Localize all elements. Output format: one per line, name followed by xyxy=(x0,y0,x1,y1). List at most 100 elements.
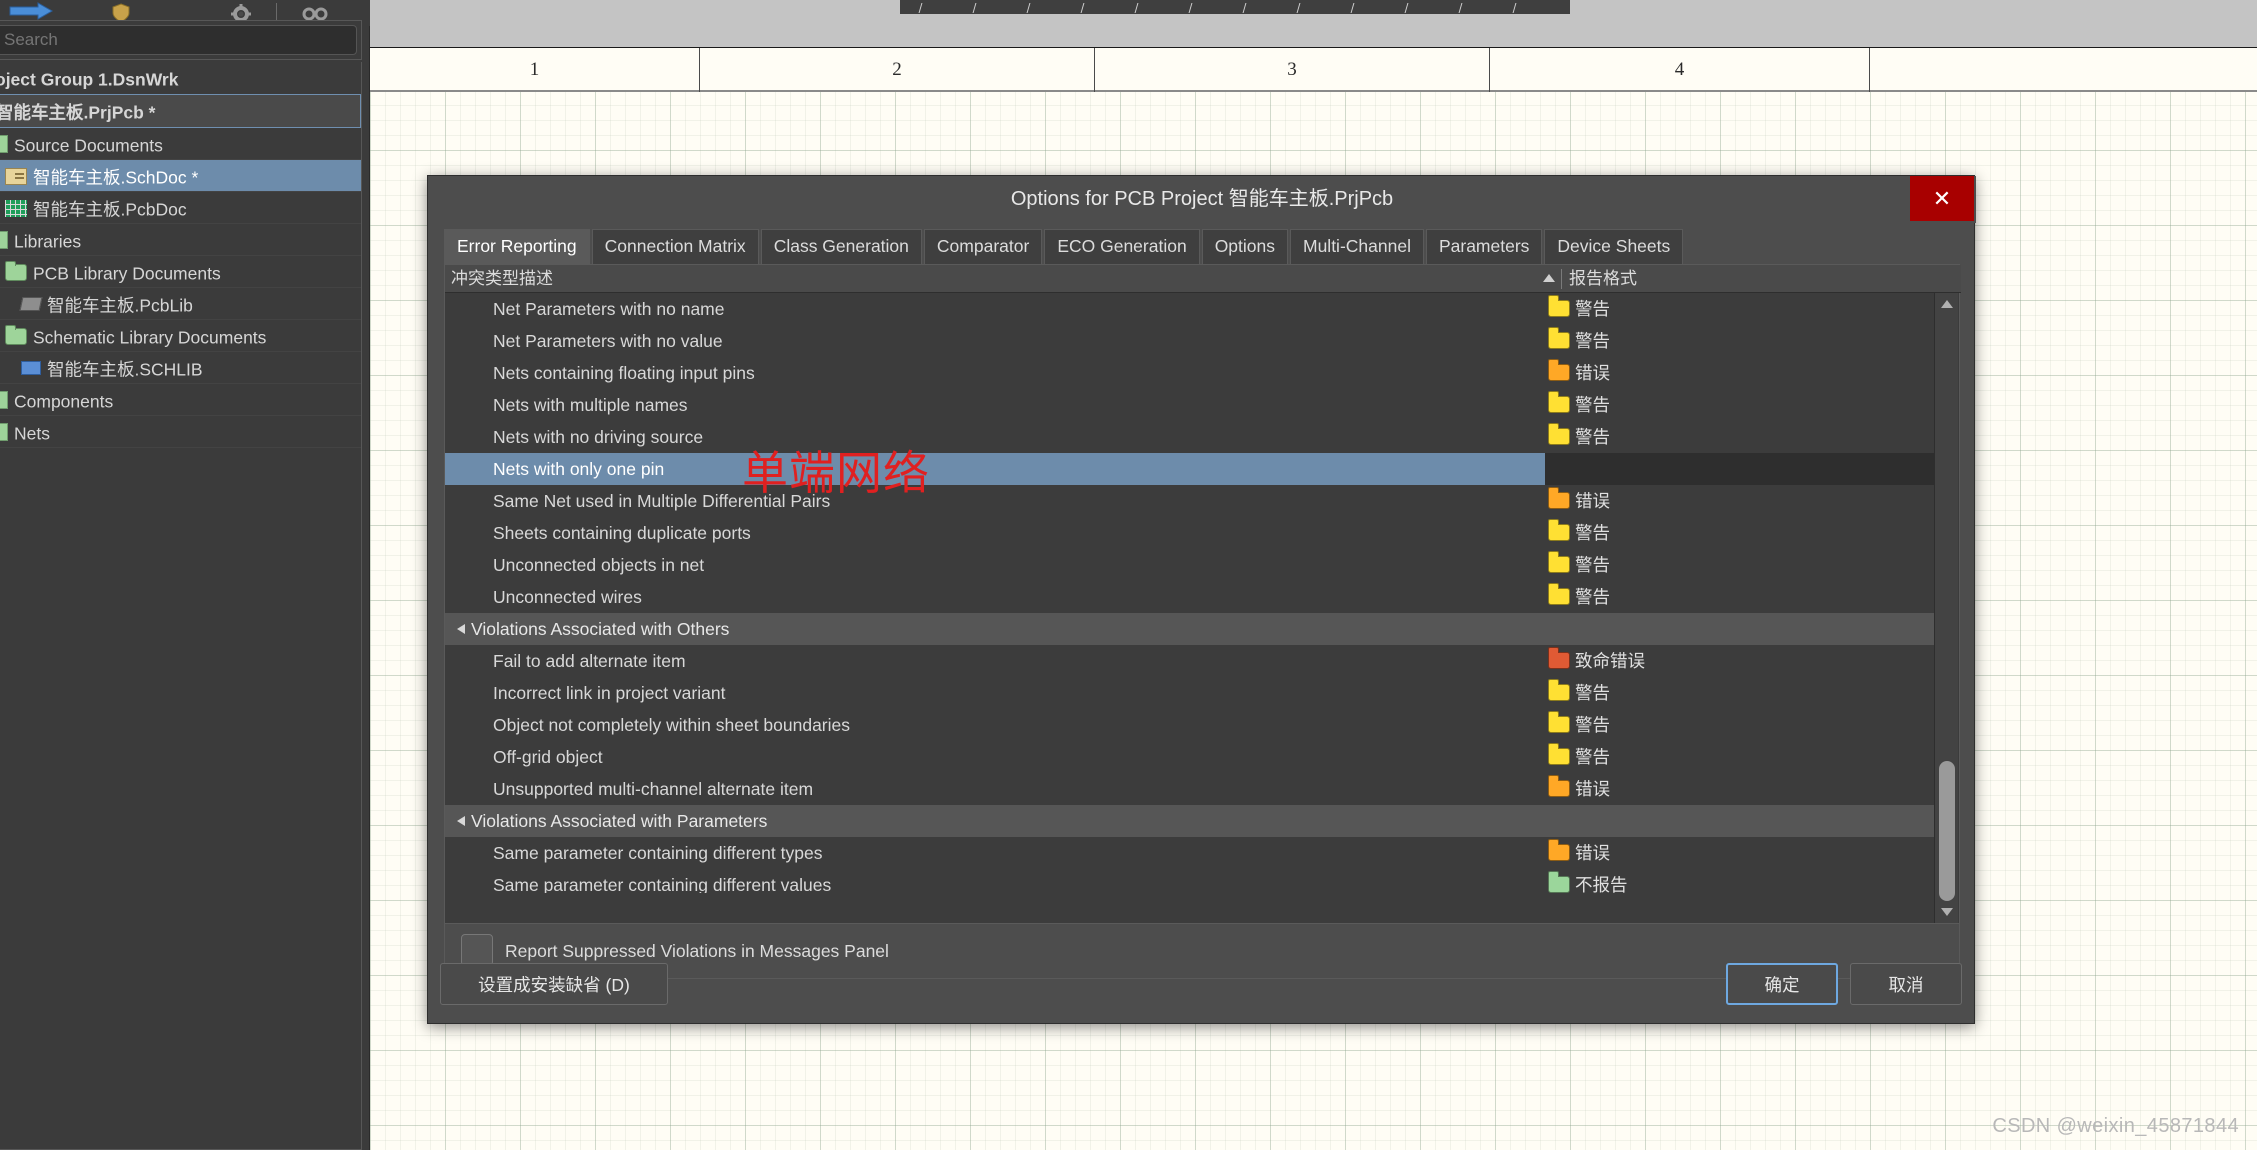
violation-row[interactable]: Unconnected wires 警告 xyxy=(445,581,1935,613)
violation-description: Unconnected objects in net xyxy=(493,555,705,575)
tree-item[interactable]: 智能车主板.PcbLib xyxy=(0,288,361,320)
dialog-title: Options for PCB Project 智能车主板.PrjPcb xyxy=(428,176,1976,223)
tree-item[interactable]: PCB Library Documents xyxy=(0,256,361,288)
tab-comparator[interactable]: Comparator xyxy=(923,229,1043,264)
search-container xyxy=(0,20,362,60)
report-format-cell[interactable] xyxy=(1545,293,1935,325)
violation-row[interactable]: Same parameter containing different type… xyxy=(445,837,1935,869)
tab-connection-matrix[interactable]: Connection Matrix xyxy=(591,229,759,264)
violation-description: Net Parameters with no value xyxy=(493,331,723,351)
tree-item[interactable]: 智能车主板.PcbDoc xyxy=(0,192,361,224)
ruler-tick xyxy=(1512,3,1517,13)
report-format-cell[interactable] xyxy=(1545,517,1935,549)
scrollbar-thumb[interactable] xyxy=(1939,761,1955,901)
tree-item[interactable]: 智能车主板.SchDoc * xyxy=(0,160,361,192)
violation-row[interactable]: Same Net used in Multiple Differential P… xyxy=(445,485,1935,517)
violation-row[interactable]: Same parameter containing different valu… xyxy=(445,869,1935,893)
report-format-cell[interactable] xyxy=(1545,645,1935,677)
violation-row[interactable]: Off-grid object 警告 xyxy=(445,741,1935,773)
tab-eco-generation[interactable]: ECO Generation xyxy=(1044,229,1200,264)
violation-row[interactable]: Nets containing floating input pins 错误 xyxy=(445,357,1935,389)
column-header-report-format[interactable]: 报告格式 xyxy=(1569,265,1637,293)
violation-row[interactable]: Nets with multiple names 警告 xyxy=(445,389,1935,421)
violation-description: Nets with no driving source xyxy=(493,427,704,447)
report-format-cell[interactable] xyxy=(1545,421,1935,453)
violation-row[interactable]: Unconnected objects in net 警告 xyxy=(445,549,1935,581)
dialog-tabbar: Error Reporting Connection Matrix Class Ge… xyxy=(444,229,1960,264)
leafgreen-icon xyxy=(0,391,8,410)
report-format-cell[interactable] xyxy=(1545,869,1935,893)
tab-device-sheets[interactable]: Device Sheets xyxy=(1544,229,1684,264)
tab-error-reporting[interactable]: Error Reporting xyxy=(444,229,590,264)
report-format-cell[interactable] xyxy=(1545,741,1935,773)
violation-row[interactable]: Nets with only one pin致命错误 xyxy=(445,453,1935,485)
violation-group-row[interactable]: Violations Associated with Others xyxy=(445,613,1935,645)
report-format-cell[interactable] xyxy=(1545,389,1935,421)
tree-item[interactable]: Nets xyxy=(0,416,361,448)
scroll-up-icon[interactable] xyxy=(1935,293,1959,315)
schlib-icon xyxy=(21,361,41,376)
report-format-cell[interactable] xyxy=(1545,485,1935,517)
folder-icon xyxy=(5,260,27,281)
violation-group-row[interactable]: Violations Associated with Parameters xyxy=(445,805,1935,837)
set-default-button[interactable]: 设置成安装缺省 (D) xyxy=(440,963,668,1005)
violation-row[interactable]: Unsupported multi-channel alternate item… xyxy=(445,773,1935,805)
report-format-cell[interactable] xyxy=(1545,613,1935,645)
report-format-cell[interactable] xyxy=(1545,325,1935,357)
tree-item[interactable]: Libraries xyxy=(0,224,361,256)
tree-item[interactable]: Schematic Library Documents xyxy=(0,320,361,352)
report-format-cell[interactable] xyxy=(1545,453,1935,485)
ruler-tick xyxy=(1242,3,1247,13)
tree-item[interactable]: Source Documents xyxy=(0,128,361,160)
violation-row[interactable]: Object not completely within sheet bound… xyxy=(445,709,1935,741)
pcblib-icon xyxy=(19,297,43,312)
report-format-cell[interactable] xyxy=(1545,805,1935,837)
tab-options[interactable]: Options xyxy=(1201,229,1288,264)
violation-row[interactable]: Nets with no driving source 警告 xyxy=(445,421,1935,453)
tree-item-label: 智能车主板.PrjPcb * xyxy=(0,102,156,123)
search-input[interactable] xyxy=(0,25,357,55)
tree-item[interactable]: Components xyxy=(0,384,361,416)
tab-class-generation[interactable]: Class Generation xyxy=(760,229,922,264)
report-format-cell[interactable] xyxy=(1545,709,1935,741)
tree-item[interactable]: 智能车主板.SCHLIB xyxy=(0,352,361,384)
folder-icon xyxy=(5,324,27,345)
column-header-description[interactable]: 冲突类型描述 xyxy=(451,265,553,293)
ruler-tick xyxy=(1458,3,1463,13)
cancel-button[interactable]: 取消 xyxy=(1850,963,1962,1005)
report-format-cell[interactable] xyxy=(1545,549,1935,581)
sort-asc-icon[interactable] xyxy=(1543,274,1555,282)
violation-row[interactable]: Sheets containing duplicate ports 警告 xyxy=(445,517,1935,549)
tree-item-label: Schematic Library Documents xyxy=(33,327,267,348)
scroll-down-icon[interactable] xyxy=(1935,901,1959,923)
tree-item-label: Components xyxy=(14,391,114,412)
report-format-cell[interactable] xyxy=(1545,837,1935,869)
report-format-cell[interactable] xyxy=(1545,677,1935,709)
tab-multi-channel[interactable]: Multi-Channel xyxy=(1290,229,1424,264)
tab-parameters[interactable]: Parameters xyxy=(1425,229,1543,264)
ruler-tick xyxy=(1296,3,1301,13)
violation-description: Nets containing floating input pins xyxy=(493,363,755,383)
list-scrollbar[interactable] xyxy=(1934,293,1958,923)
close-icon[interactable]: ✕ xyxy=(1910,176,1974,221)
violation-row[interactable]: Fail to add alternate item 致命错误 xyxy=(445,645,1935,677)
report-format-cell[interactable] xyxy=(1545,357,1935,389)
violation-row[interactable]: Incorrect link in project variant 警告 xyxy=(445,677,1935,709)
tree-item[interactable]: oject Group 1.DsnWrk xyxy=(0,62,361,94)
collapse-arrow-icon[interactable] xyxy=(457,816,465,826)
collapse-arrow-icon[interactable] xyxy=(457,624,465,634)
violation-description: Nets with only one pin xyxy=(493,459,665,479)
violation-description: Unsupported multi-channel alternate item xyxy=(493,779,814,799)
app-root: oject Group 1.DsnWrk 智能车主板.PrjPcb * Source… xyxy=(0,0,2257,1150)
violation-description: Nets with multiple names xyxy=(493,395,688,415)
tree-item[interactable]: 智能车主板.PrjPcb * xyxy=(0,94,361,128)
leafgreen-icon xyxy=(0,135,8,154)
report-format-cell[interactable] xyxy=(1545,773,1935,805)
violation-row[interactable]: Net Parameters with no name 警告 xyxy=(445,293,1935,325)
column-divider[interactable] xyxy=(1561,269,1562,289)
violation-row[interactable]: Net Parameters with no value 警告 xyxy=(445,325,1935,357)
ruler-tick xyxy=(1080,3,1085,13)
leafgreen-icon xyxy=(0,423,8,442)
report-format-cell[interactable] xyxy=(1545,581,1935,613)
ok-button[interactable]: 确定 xyxy=(1726,963,1838,1005)
